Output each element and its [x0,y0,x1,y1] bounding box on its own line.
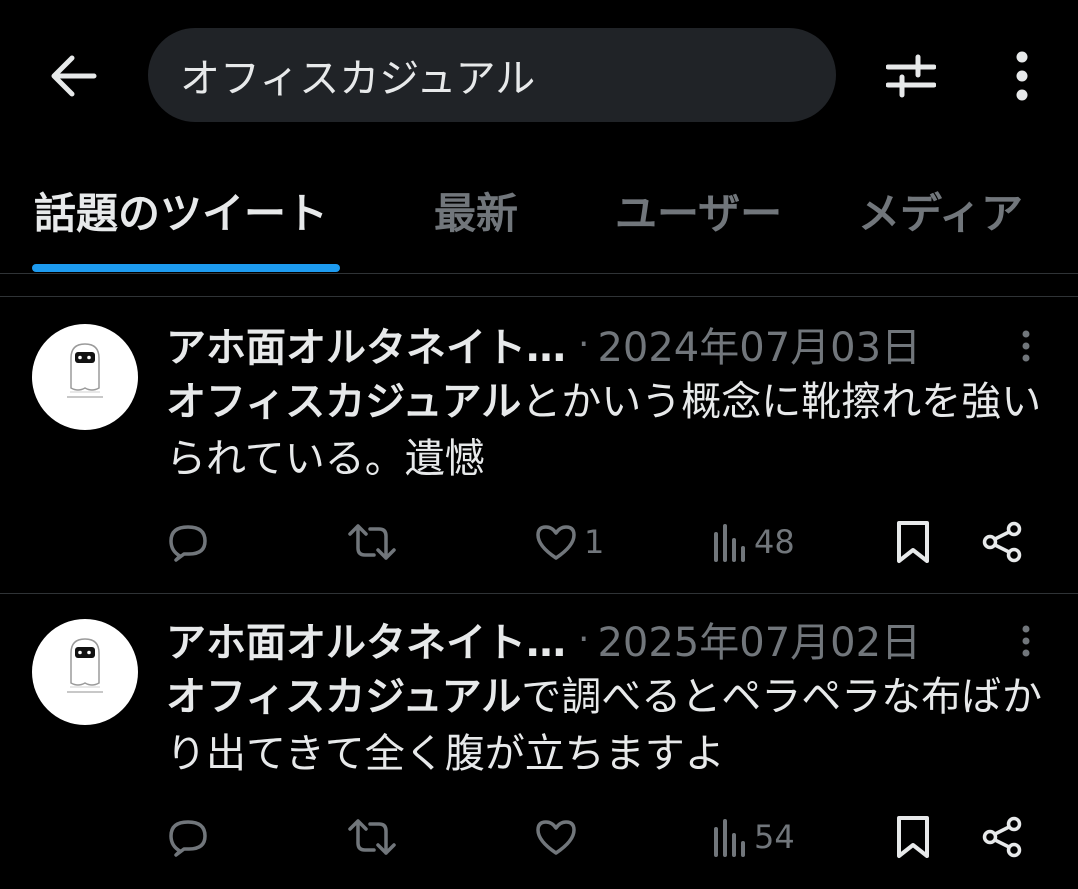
more-options-button[interactable] [994,44,1050,108]
bar-chart-icon [714,819,745,857]
like-count: 1 [584,523,605,561]
tweet[interactable]: アホ面オルタネイト… · 2024年07月03日 オフィスカジュアルとかいう概念… [0,298,1078,594]
top-bar [0,0,1078,150]
share-icon [982,521,1022,563]
divider [0,296,1078,297]
more-vertical-icon [1022,330,1030,362]
views-button[interactable]: 48 [712,516,795,568]
avatar[interactable] [32,619,138,725]
tab-media[interactable]: メディア [858,180,1023,274]
tweet-date[interactable]: 2025年07月02日 [597,610,921,668]
tab-people[interactable]: ユーザー [615,180,782,274]
share-button[interactable] [980,516,1024,568]
tweet-more-button[interactable] [1006,326,1046,366]
tweet-highlight: オフィスカジュアル [166,379,522,425]
search-bar[interactable] [148,28,836,122]
separator-dot: · [578,618,590,660]
separator-dot: · [578,323,590,365]
like-button[interactable] [534,811,584,863]
tweet-header: アホ面オルタネイト… · 2024年07月03日 [166,316,921,372]
heart-icon [536,525,576,560]
share-button[interactable] [980,811,1024,863]
comment-icon [169,525,207,562]
bookmark-button[interactable] [893,811,933,863]
ghost-avatar-icon [67,638,103,693]
tab-top[interactable]: 話題のツイート [34,180,328,274]
reply-button[interactable] [166,516,216,568]
search-input[interactable] [180,52,800,98]
heart-icon [536,820,576,855]
tab-latest[interactable]: 最新 [434,180,518,274]
tweet-header: アホ面オルタネイト… · 2025年07月02日 [166,611,921,667]
view-count: 54 [754,818,795,856]
bookmark-button[interactable] [893,516,933,568]
author-name[interactable]: アホ面オルタネイト… [166,610,566,668]
active-tab-indicator [32,264,340,272]
comment-icon [169,820,207,857]
like-button[interactable]: 1 [534,516,604,568]
bookmark-icon [897,521,929,563]
tweet-text: オフィスカジュアルとかいう概念に靴擦れを強いられている。遺憾 [166,374,1056,488]
bookmark-icon [897,816,929,858]
tweet-highlight: オフィスカジュアル [166,674,522,720]
tweet[interactable]: アホ面オルタネイト… · 2025年07月02日 オフィスカジュアルで調べるとペ… [0,593,1078,889]
ghost-avatar-icon [67,343,103,398]
tweet-actions: 1 48 [0,512,1078,572]
views-button[interactable]: 54 [712,811,795,863]
author-name[interactable]: アホ面オルタネイト… [166,315,566,373]
search-tabs: 話題のツイート 最新 ユーザー メディア [0,150,1078,274]
retweet-button[interactable] [347,516,403,568]
tweet-more-button[interactable] [1006,621,1046,661]
tweet-date[interactable]: 2024年07月03日 [597,315,921,373]
tweet-text: オフィスカジュアルで調べるとペラペラな布ばかり出てきて全く腹が立ちますよ [166,669,1056,783]
retweet-button[interactable] [347,811,403,863]
more-vertical-icon [1022,625,1030,657]
share-icon [982,816,1022,858]
back-button[interactable] [42,48,106,104]
bar-chart-icon [714,524,745,562]
retweet-icon [348,819,396,855]
sliders-icon [886,54,936,98]
tweet-actions: 54 [0,807,1078,867]
more-vertical-icon [1016,51,1028,101]
view-count: 48 [754,523,795,561]
avatar[interactable] [32,324,138,430]
retweet-icon [348,524,396,560]
filter-button[interactable] [880,48,942,104]
arrow-left-icon [51,55,97,97]
reply-button[interactable] [166,811,216,863]
